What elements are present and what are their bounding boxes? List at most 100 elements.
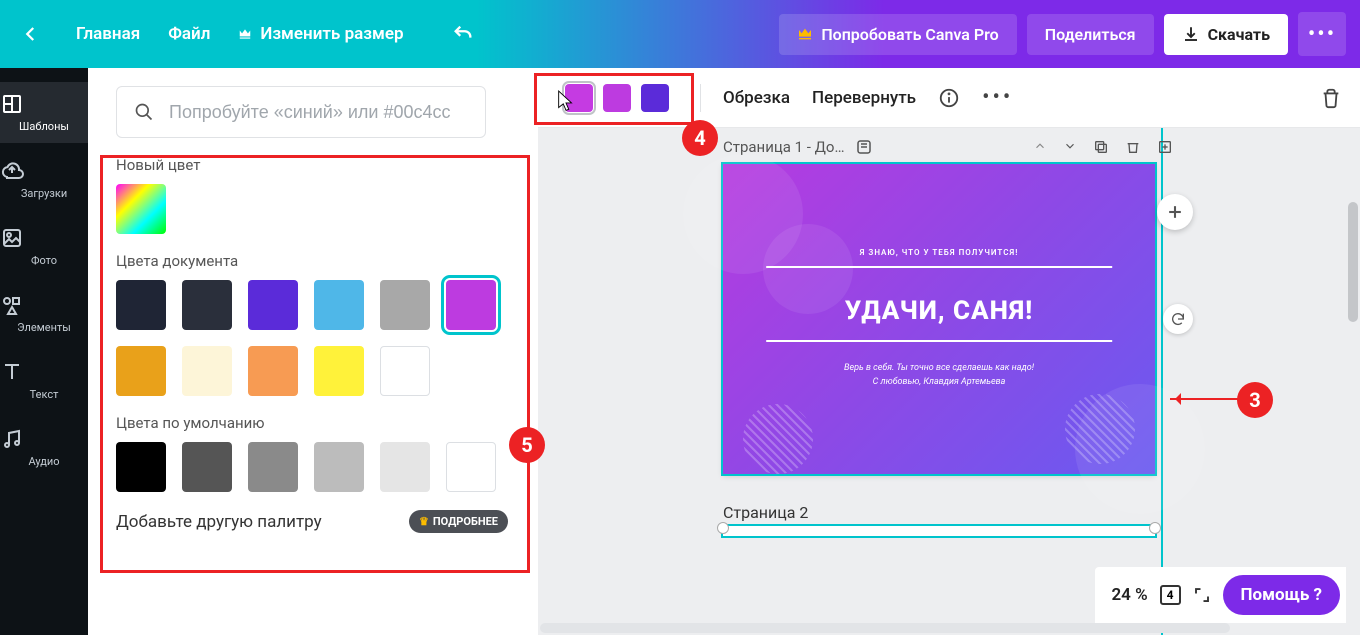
default-colors-row [116, 442, 518, 492]
color-swatch[interactable] [248, 346, 298, 396]
color-swatch[interactable] [380, 442, 430, 492]
download-label: Скачать [1208, 25, 1270, 44]
uploads-icon [0, 159, 88, 183]
add-palette-link[interactable]: Добавьте другую палитру [116, 512, 322, 532]
delete-button[interactable] [1320, 87, 1342, 109]
color-swatch[interactable] [380, 346, 430, 396]
canvas-text-sub[interactable]: Верь в себя. Ты точно все сделаешь как н… [766, 362, 1112, 389]
sidebar-label-photo: Фото [0, 254, 88, 267]
color-swatch[interactable] [182, 280, 232, 330]
gradient-swatch[interactable] [603, 84, 631, 112]
color-search-input[interactable] [116, 86, 486, 138]
color-swatch[interactable] [116, 280, 166, 330]
sidebar-label-text: Текст [0, 388, 88, 401]
color-swatch[interactable] [314, 280, 364, 330]
main: Шаблоны Загрузки Фото Элементы Текст [0, 68, 1360, 635]
elements-icon [0, 293, 88, 317]
canvas-text-sub-line1: Верь в себя. Ты точно все сделаешь как н… [844, 363, 1034, 373]
gradient-color-swatches [556, 77, 678, 119]
element-toolbar: Обрезка Перевернуть ••• [538, 68, 1360, 128]
crop-button[interactable]: Обрезка [723, 88, 790, 108]
page-down-icon[interactable] [1063, 139, 1077, 155]
more-menu-button[interactable]: ••• [1298, 12, 1346, 56]
info-icon[interactable] [938, 87, 960, 109]
page-2-canvas-edge[interactable] [723, 526, 1155, 536]
color-swatch[interactable] [446, 442, 496, 492]
page-duplicate-icon[interactable] [1093, 139, 1109, 155]
download-button[interactable]: Скачать [1164, 14, 1288, 55]
page-up-icon[interactable] [1033, 139, 1047, 155]
workspace: Обрезка Перевернуть ••• Страница 1 - До… [538, 68, 1360, 635]
search-icon [134, 102, 154, 122]
document-colors-row [116, 280, 518, 396]
top-bar: Главная Файл Изменить размер Попробовать… [0, 0, 1360, 68]
palette-more-label: ПОДРОБНЕЕ [433, 515, 498, 528]
default-colors-title: Цвета по умолчанию [116, 414, 518, 432]
text-icon [0, 360, 88, 384]
new-color-picker-swatch[interactable] [116, 184, 166, 234]
try-canva-pro-label: Попробовать Canva Pro [821, 25, 998, 44]
color-swatch[interactable] [116, 346, 166, 396]
color-swatch[interactable] [380, 280, 430, 330]
add-page-floating-button[interactable] [1157, 194, 1193, 230]
toolbar-more-button[interactable]: ••• [982, 85, 1013, 110]
help-button[interactable]: Помощь ? [1223, 575, 1340, 615]
sidebar-label-templates: Шаблоны [0, 120, 88, 133]
sidebar-item-elements[interactable]: Элементы [0, 283, 88, 344]
color-swatch[interactable] [182, 442, 232, 492]
canvas-text-small[interactable]: Я ЗНАЮ, ЧТО У ТЕБЯ ПОЛУЧИТСЯ! [766, 248, 1112, 257]
color-swatch[interactable] [116, 442, 166, 492]
gradient-swatch[interactable] [565, 84, 593, 112]
templates-icon [0, 92, 88, 116]
sidebar-item-uploads[interactable]: Загрузки [0, 149, 88, 210]
page-add-icon[interactable] [1157, 139, 1173, 155]
sidebar-label-audio: Аудио [0, 455, 88, 468]
color-search [116, 86, 518, 138]
back-button[interactable] [14, 17, 48, 51]
sidebar-item-audio[interactable]: Аудио [0, 417, 88, 478]
color-swatch[interactable] [248, 280, 298, 330]
resize-label: Изменить размер [260, 24, 403, 44]
zoom-value[interactable]: 24 % [1111, 585, 1147, 605]
page-notes-icon[interactable] [855, 138, 873, 156]
color-swatch[interactable] [314, 346, 364, 396]
sidebar-item-photo[interactable]: Фото [0, 216, 88, 277]
vertical-scrollbar[interactable] [1348, 202, 1358, 322]
color-swatch[interactable] [314, 442, 364, 492]
undo-button[interactable] [452, 23, 474, 45]
share-button[interactable]: Поделиться [1027, 14, 1154, 55]
gradient-swatch[interactable] [641, 84, 669, 112]
sidebar-label-uploads: Загрузки [0, 187, 88, 200]
decoration-stripes [743, 404, 813, 474]
canvas-area[interactable]: Страница 1 - До… [538, 128, 1360, 635]
canvas-text-heading[interactable]: УДАЧИ, САНЯ! [766, 296, 1112, 326]
selection-handle[interactable] [717, 522, 729, 534]
sync-floating-button[interactable] [1163, 304, 1193, 334]
color-swatch[interactable] [182, 346, 232, 396]
canvas-text-sub-line2: С любовью, Клавдия Артемьева [873, 377, 1006, 387]
fullscreen-button[interactable] [1193, 586, 1211, 604]
color-swatch[interactable] [248, 442, 298, 492]
page-1-header: Страница 1 - До… [723, 138, 1173, 156]
flip-button[interactable]: Перевернуть [812, 88, 916, 108]
page-indicator[interactable]: 4 [1160, 585, 1181, 605]
horizontal-scrollbar[interactable] [540, 623, 1230, 633]
audio-icon [0, 427, 88, 451]
home-link[interactable]: Главная [76, 24, 140, 44]
color-panel: Новый цвет Цвета документа Цвета по умол… [88, 68, 538, 635]
try-canva-pro-button[interactable]: Попробовать Canva Pro [779, 14, 1016, 55]
file-menu[interactable]: Файл [168, 24, 210, 44]
color-swatch[interactable] [446, 280, 496, 330]
page-1-canvas[interactable]: Я ЗНАЮ, ЧТО У ТЕБЯ ПОЛУЧИТСЯ! УДАЧИ, САН… [723, 164, 1155, 474]
resize-button[interactable]: Изменить размер [238, 24, 403, 44]
new-color-title: Новый цвет [116, 156, 518, 174]
palette-more-button[interactable]: ♛ ПОДРОБНЕЕ [409, 510, 508, 533]
left-sidebar: Шаблоны Загрузки Фото Элементы Текст [0, 68, 88, 635]
selection-handle[interactable] [1149, 522, 1161, 534]
canvas-rule [766, 266, 1112, 268]
page-2-title: Страница 2 [723, 503, 808, 522]
sidebar-item-text[interactable]: Текст [0, 350, 88, 411]
canvas-rule [766, 340, 1112, 342]
sidebar-item-templates[interactable]: Шаблоны [0, 82, 88, 143]
page-delete-icon[interactable] [1125, 139, 1141, 155]
